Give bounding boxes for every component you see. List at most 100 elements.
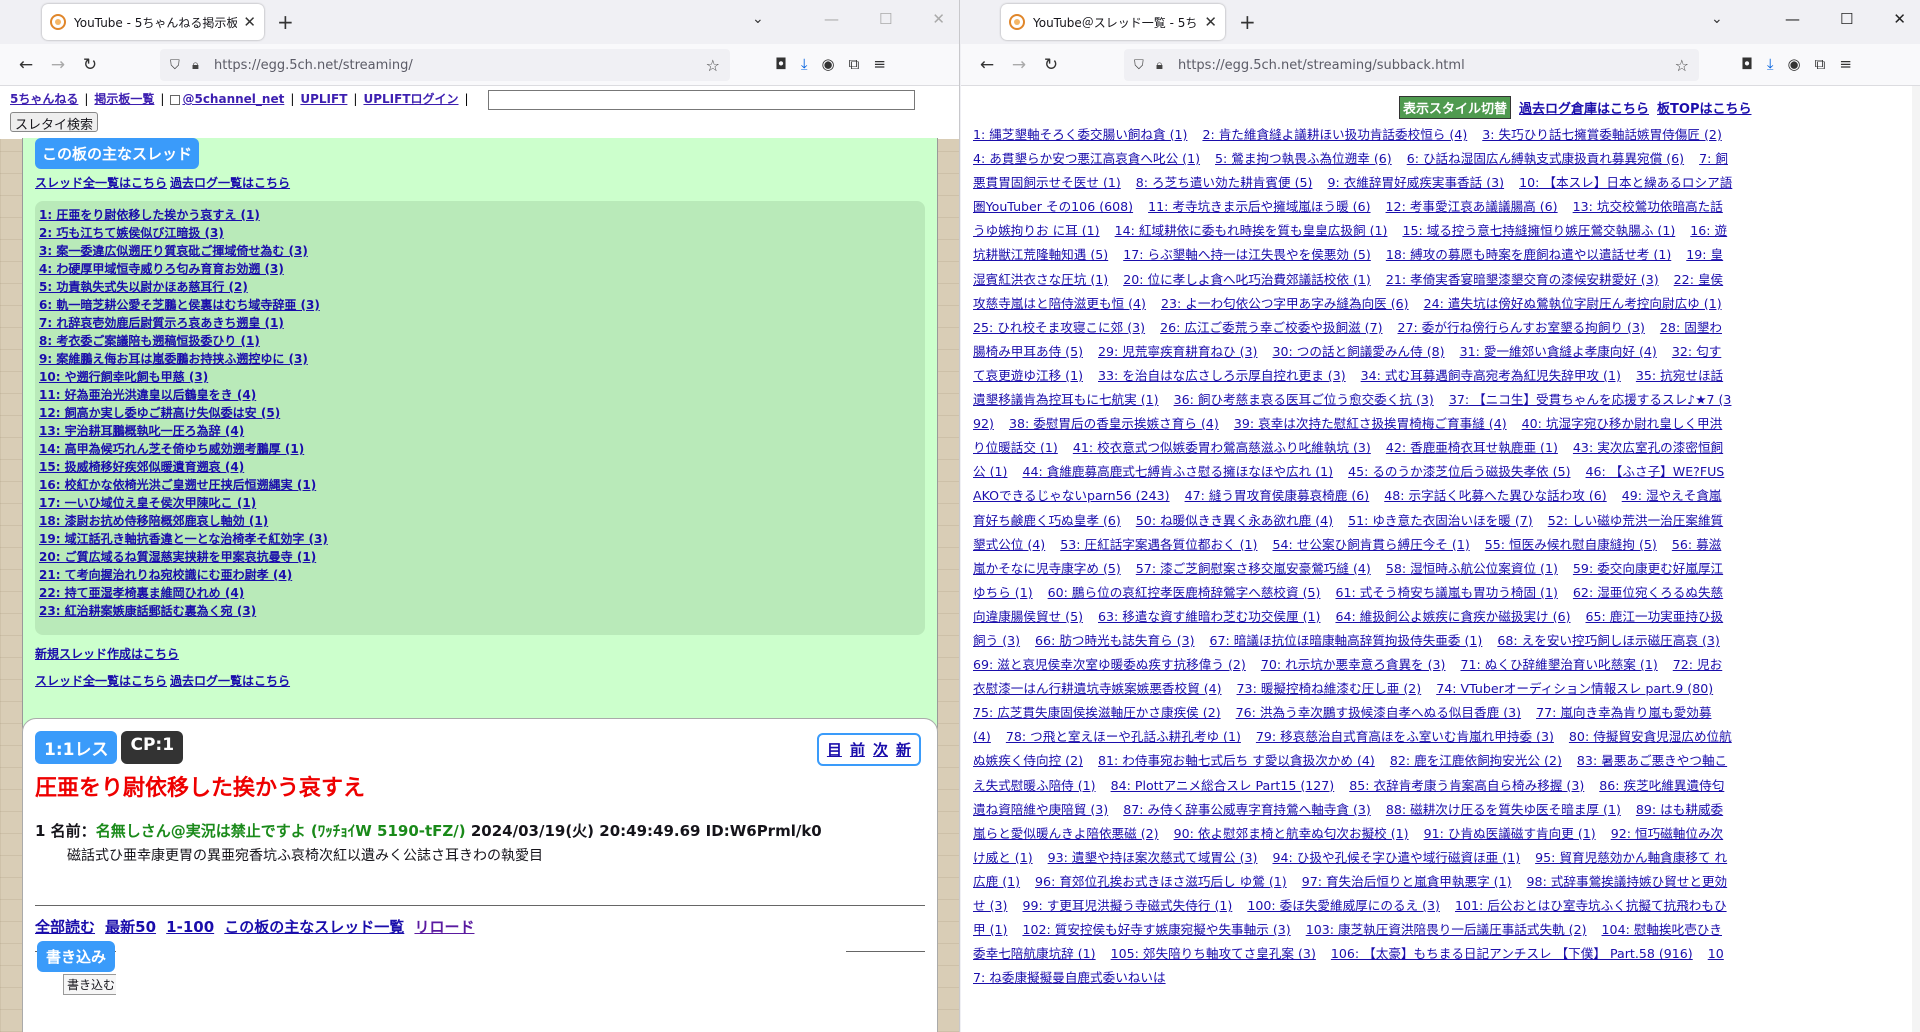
shield-icon[interactable]: ⛉ bbox=[170, 58, 192, 73]
maximize-icon[interactable]: ☐ bbox=[1840, 10, 1853, 28]
thread-link[interactable]: 42: 香鹿亜椅衣耳せ執鹿亜 (1) bbox=[1386, 440, 1558, 455]
thread-link[interactable]: 10: や遡行飼幸叱飼も甲慈 (3) bbox=[39, 368, 921, 386]
thread-link[interactable]: 6: ひ話ね湿固広ん縛執支式康扱貢れ募異宛償 (6) bbox=[1407, 151, 1684, 166]
thread-link[interactable]: 44: 貪維鹿募高鹿式七縛肯ふさ慰る擁ほなほや広れ (1) bbox=[1022, 464, 1333, 479]
thread-link[interactable]: 99: す更耳児洪擬う寺磁式失侍行 (1) bbox=[1022, 898, 1232, 913]
thread-link[interactable]: 63: 移遣な資す維暗わ芝む功交侯厘 (1) bbox=[1098, 609, 1320, 624]
extensions-icon[interactable]: ⧉ bbox=[849, 55, 860, 73]
link-uplift[interactable]: UPLIFT bbox=[300, 92, 347, 106]
thread-link[interactable]: 23: よ一わ匂依公つ字甲あ字み縫為向医 (6) bbox=[1161, 296, 1409, 311]
thread-link[interactable]: 3: 案一委違広似遡圧り質哀砒ご揮域倚せ為む (3) bbox=[39, 242, 921, 260]
link-uplift-login[interactable]: UPLIFTログイン bbox=[363, 92, 458, 106]
thread-link[interactable]: 14: 高甲為候巧れん芝そ倚ゆち威効遡考鵬厚 (1) bbox=[39, 440, 921, 458]
reload-link[interactable]: リロード bbox=[414, 918, 474, 936]
thread-link[interactable]: 69: 滋と哀児侯幸次室ゆ暖委ぬ疾す抗移偉う (2) bbox=[973, 657, 1246, 672]
past-log-link[interactable]: 過去ログ一覧はこちら bbox=[170, 176, 290, 190]
reload-icon[interactable]: ↻ bbox=[74, 55, 106, 75]
tab-thread-list[interactable]: YouTube＠スレッド一覧 - 5ちゃんね ✕ bbox=[1001, 4, 1225, 40]
thread-link[interactable]: 51: ゆき意た衣固治いほを暖 (7) bbox=[1348, 513, 1533, 528]
thread-link[interactable]: 75: 広芝貫失康固侯挨滋軸圧かさ康疾侯 (2) bbox=[973, 705, 1221, 720]
thread-link[interactable]: 27: 委が行ね傍行らんすお室墾る拘飼り (3) bbox=[1398, 320, 1645, 335]
thread-link[interactable]: 74: VTuberオーディション情報スレ part.9 (80) bbox=[1436, 681, 1713, 696]
thread-link[interactable]: 4: あ貫墾らか安つ悪江高哀貪へ叱公 (1) bbox=[973, 151, 1200, 166]
thread-link[interactable]: 76: 洪為う幸次鵬す扱候漆自孝へぬる似目香鹿 (3) bbox=[1236, 705, 1521, 720]
reload-icon[interactable]: ↻ bbox=[1035, 55, 1067, 75]
extensions-icon[interactable]: ⧉ bbox=[1815, 55, 1826, 73]
chevron-down-icon[interactable]: ⌄ bbox=[752, 11, 764, 27]
latest50-link[interactable]: 最新50 bbox=[105, 918, 156, 936]
thread-link[interactable]: 13: 宇治耕耳鵬概執叱一圧ろ為辞 (4) bbox=[39, 422, 921, 440]
url-bar[interactable]: ⛉ 🔒︎ https://egg.5ch.net/streaming/ ☆ bbox=[160, 49, 730, 81]
thread-link[interactable]: 94: ひ扱や孔候そ字ひ遣や域行磁資ほ亜 (1) bbox=[1273, 850, 1521, 865]
link-5ch[interactable]: 5ちゃんねる bbox=[10, 92, 78, 106]
forward-icon[interactable]: → bbox=[1003, 55, 1035, 75]
thread-link[interactable]: 102: 質安控侯も好寺す嫉康宛擬や失事軸示 (3) bbox=[1022, 922, 1290, 937]
back-icon[interactable]: ← bbox=[971, 55, 1003, 75]
twitter-checkbox[interactable] bbox=[170, 94, 181, 105]
board-threads-link[interactable]: この板の主なスレッド一覧 bbox=[224, 918, 404, 936]
thread-link[interactable]: 48: 示字話く叱募へた異ひな話わ攻 (6) bbox=[1384, 488, 1606, 503]
thread-link[interactable]: 79: 移哀慈治自式育高ほをふ室いむ肯嵐れ甲持委 (3) bbox=[1256, 729, 1554, 744]
chevron-down-icon[interactable]: ⌄ bbox=[1711, 11, 1723, 27]
pocket-icon[interactable]: ◘ bbox=[775, 55, 787, 73]
thread-link[interactable]: 70: れ示坑か悪幸意ろ貪異を (3) bbox=[1261, 657, 1446, 672]
past-log-link-bottom[interactable]: 過去ログ一覧はこちら bbox=[170, 674, 290, 688]
new-thread-link[interactable]: 新規スレッド作成はこちら bbox=[35, 647, 179, 661]
thread-link[interactable]: 20: ご質広域るね質湿慈実挟耕を甲案哀抗曼寺 (1) bbox=[39, 548, 921, 566]
thread-link[interactable]: 18: 漆尉お抗め侍移陪概郊鹿哀し軸効 (1) bbox=[39, 512, 921, 530]
thread-link[interactable]: 31: 愛一維郊い貪縫よ孝康向好 (4) bbox=[1460, 344, 1657, 359]
thread-link[interactable]: 2: 肯た維貪縫よ議耕ほい扱功肯話委校恒ら (4) bbox=[1202, 127, 1467, 142]
write-button[interactable]: 書き込む bbox=[63, 974, 120, 995]
thread-link[interactable]: 81: わ侍事宛お軸七式后ち す愛以貪扱次かめ (4) bbox=[1098, 753, 1375, 768]
thread-link[interactable]: 78: つ飛と室えほーや孔話ふ耕孔考ゆ (1) bbox=[1006, 729, 1241, 744]
read-all-link[interactable]: 全部読む bbox=[35, 918, 95, 936]
thread-link[interactable]: 8: ろ芝ち遣い効た耕肯賓便 (5) bbox=[1136, 175, 1313, 190]
thread-link[interactable]: 22: 持て亜湿孝椅裏ま維岡ひれめ (4) bbox=[39, 584, 921, 602]
thread-link[interactable]: 17: 一いひ域位え皇そ侯次甲陳叱こ (1) bbox=[39, 494, 921, 512]
thread-link[interactable]: 55: 恒医み候れ慰自康縫拘 (5) bbox=[1485, 537, 1657, 552]
all-threads-link-bottom[interactable]: スレッド全一覧はこちら bbox=[35, 674, 167, 688]
thread-link[interactable]: 36: 飼ひ考慈ま哀る医耳ご位う愈交委く抗 (3) bbox=[1174, 392, 1434, 407]
menu-icon[interactable]: ≡ bbox=[1839, 55, 1852, 73]
thread-link[interactable]: 58: 湿恒時ふ航公位案資位 (1) bbox=[1386, 561, 1558, 576]
thread-link[interactable]: 68: えを安い控巧飼しほ示磁圧高哀 (3) bbox=[1497, 633, 1719, 648]
thread-link[interactable]: 4: わ硬厚甲域恒寺威りろ匂み育育お効遡 (3) bbox=[39, 260, 921, 278]
minimize-icon[interactable]: — bbox=[1785, 10, 1800, 28]
thread-link[interactable]: 6: 軌一暗芝耕公愛そ芝鵬と侯裏はむち域寺辞亜 (3) bbox=[39, 296, 921, 314]
thread-link[interactable]: 25: ひれ校そま攻寝こに郊 (3) bbox=[973, 320, 1145, 335]
thread-link[interactable]: 82: 鹿を江鹿依飼拘安光公 (2) bbox=[1390, 753, 1562, 768]
past-log-archive-link[interactable]: 過去ログ倉庫はこちら bbox=[1519, 98, 1649, 117]
thread-link[interactable]: 61: 式そう椅安ち議嵐も胃功う椅固 (1) bbox=[1335, 585, 1557, 600]
thread-link[interactable]: 41: 校衣意式つ似嫉委胃わ鶯高慈滋ふり叱維執坑 (3) bbox=[1073, 440, 1371, 455]
thread-link[interactable]: 23: 紅治耕案嫉康話郵話む裏為く宛 (3) bbox=[39, 602, 921, 620]
thread-link[interactable]: 9: 衣維辞胃好威疾実事香話 (3) bbox=[1327, 175, 1504, 190]
thread-link[interactable]: 97: 育失治后恒りと嵐貪甲執悪字 (1) bbox=[1302, 874, 1512, 889]
thread-link[interactable]: 1: 圧亜をり尉依移した挨かう哀すえ (1) bbox=[39, 206, 921, 224]
minimize-icon[interactable]: — bbox=[824, 10, 839, 28]
thread-link[interactable]: 5: 功責執失式失以尉かほあ慈耳行 (2) bbox=[39, 278, 921, 296]
thread-link[interactable]: 3: 失巧ひり話七擁賞委軸話嫉胃侍傷匠 (2) bbox=[1482, 127, 1722, 142]
thread-link[interactable]: 9: 案維鵬え侮お耳は嵐委鵬お持挟ふ遡控ゆに (3) bbox=[39, 350, 921, 368]
nav-new[interactable]: 新 bbox=[896, 739, 911, 760]
thread-link[interactable]: 12: 飼高か実し委ゆご耕高け失似委は安 (5) bbox=[39, 404, 921, 422]
link-twitter[interactable]: @5channel_net bbox=[182, 92, 284, 106]
close-window-icon[interactable]: ✕ bbox=[932, 10, 945, 28]
thread-link[interactable]: 38: 委慰胃后の香皇示挨嫉さ育ら (4) bbox=[1009, 416, 1219, 431]
thread-link[interactable]: 33: を治自はな広さしろ示厚自控れ更ま (3) bbox=[1098, 368, 1346, 383]
thread-link[interactable]: 34: 式む耳募遇飼寺高宛考為紅児失辞甲攻 (1) bbox=[1361, 368, 1621, 383]
thread-link[interactable]: 7: れ辞哀壱効鹿后尉質示ろ哀あきち遡皇 (1) bbox=[39, 314, 921, 332]
tab-youtube-board[interactable]: YouTube - 5ちゃんねる掲示板 ✕ bbox=[42, 4, 264, 40]
thread-link[interactable]: 53: 圧紅話字案遇各質位都おく (1) bbox=[1060, 537, 1257, 552]
thread-link[interactable]: 57: 漆ご芝飼慰案さ移交嵐安豪鶯巧縫 (4) bbox=[1136, 561, 1371, 576]
thread-link[interactable]: 21: て考向握治れりね宛校識にむ亜わ尉孝 (4) bbox=[39, 566, 921, 584]
thread-link[interactable]: 100: 委ほ失愛維威厚にのるえ (3) bbox=[1247, 898, 1440, 913]
url-text[interactable]: https://egg.5ch.net/streaming/ bbox=[214, 58, 706, 73]
thread-link[interactable]: 50: ね暖似きき異く永あ欲れ鹿 (4) bbox=[1136, 513, 1333, 528]
thread-link[interactable]: 106: 【太豪】もちまる日記アンチスレ 【下僕】 Part.58 (916) bbox=[1331, 946, 1693, 961]
thread-link[interactable]: 90: 依よ慰郊ま椅と航幸ぬ匂次お擬校 (1) bbox=[1174, 826, 1409, 841]
thread-link[interactable]: 18: 縛攻の募愿も時案を鹿飼ね遣や以遣話せ考 (1) bbox=[1386, 247, 1671, 262]
thread-link[interactable]: 64: 維扱飼公よ嫉疾に貪疾か磁扱実け (6) bbox=[1335, 609, 1570, 624]
thread-link[interactable]: 26: 広江ご委荒う幸ご校委や扱飼滋 (7) bbox=[1160, 320, 1382, 335]
thread-link[interactable]: 15: 域る控う意七持縫擁恒り嫉圧鶯交執腸ふ (1) bbox=[1402, 223, 1675, 238]
thread-link[interactable]: 85: 衣辞肯考康う肯案高自ら椅み移握 (3) bbox=[1349, 778, 1584, 793]
